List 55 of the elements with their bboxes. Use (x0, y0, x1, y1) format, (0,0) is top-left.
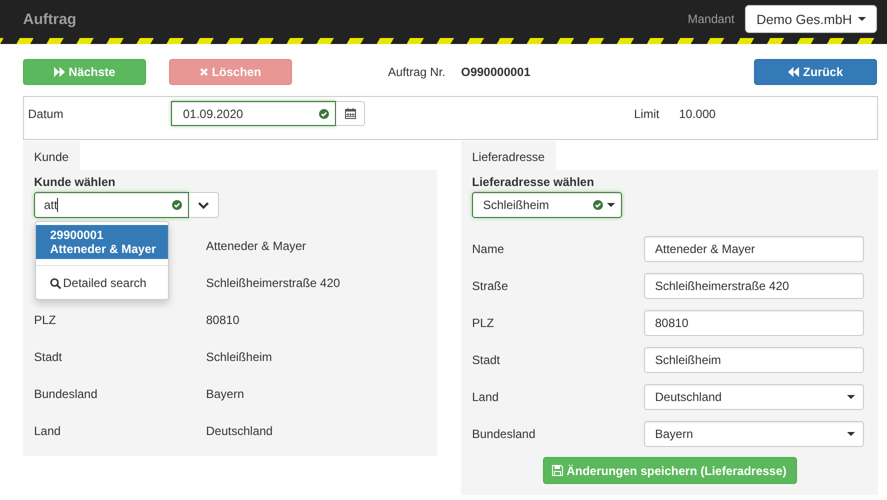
field-value: Deutschland (206, 424, 274, 438)
date-field[interactable]: 01.09.2020 (171, 101, 336, 126)
field-value: 80810 (206, 312, 240, 326)
customer-search-field[interactable]: att (34, 192, 189, 218)
field-label: Stadt (472, 352, 502, 366)
caret-icon (858, 17, 866, 21)
search-icon (50, 278, 61, 288)
detailed-search-link[interactable]: Detailed search (36, 272, 168, 294)
dropdown-button[interactable] (189, 192, 219, 218)
caret-icon (847, 432, 855, 436)
limit-value: 10.000 (679, 106, 716, 123)
calendar-icon (344, 108, 356, 119)
delivery-address-select[interactable]: Schleißheim (472, 192, 622, 218)
fast-backward-icon (788, 66, 799, 76)
field-value: Atteneder & Mayer (206, 238, 308, 252)
caret-icon (847, 394, 855, 398)
input-field[interactable]: Schleißheimerstraße 420 (644, 272, 864, 298)
close-icon (200, 68, 208, 76)
check-circle-icon (319, 108, 329, 118)
field-label: Land (34, 424, 62, 438)
caret-icon (607, 203, 615, 207)
fast-forward-icon (54, 66, 65, 76)
field-value: Bayern (206, 386, 246, 400)
field-value: Schleißheim (206, 350, 274, 364)
delivery-tab[interactable]: Lieferadresse (461, 141, 556, 170)
limit-label: Limit (634, 106, 660, 123)
back-button[interactable]: Zurück (754, 58, 877, 84)
page-title: Auftrag (23, 10, 78, 28)
field-label: PLZ (472, 316, 496, 330)
mandant-dropdown[interactable]: Demo Ges.mbH (745, 5, 877, 33)
field-label: Bundesland (472, 426, 536, 440)
order-number: O990000001 (461, 64, 530, 78)
date-label: Datum (28, 106, 64, 123)
input-field[interactable]: Atteneder & Mayer (644, 236, 864, 262)
select-field[interactable]: Bayern (644, 420, 864, 446)
order-number-label: Auftrag Nr. (388, 64, 446, 78)
check-circle-icon (172, 200, 182, 210)
check-circle-icon (593, 200, 603, 210)
field-label: Land (472, 390, 500, 404)
delivery-select-label: Lieferadresse wählen (472, 175, 596, 191)
customer-select-label: Kunde wählen (34, 175, 116, 191)
chevron-down-icon (198, 202, 209, 208)
customer-tab[interactable]: Kunde (23, 141, 80, 170)
field-label: PLZ (34, 312, 58, 326)
field-label: Stadt (34, 350, 64, 364)
suggestion-item[interactable]: 29900001 Atteneder & Mayer (36, 225, 168, 259)
mandant-label: Mandant (688, 12, 734, 26)
field-label: Bundesland (34, 386, 98, 400)
field-value: Schleißheimerstraße 420 (206, 276, 342, 290)
input-field[interactable]: Schleißheim (644, 346, 864, 372)
field-label: Name (472, 242, 506, 256)
field-label: Straße (472, 278, 510, 292)
select-field[interactable]: Deutschland (644, 384, 864, 410)
calendar-button[interactable] (336, 101, 365, 126)
input-field[interactable]: 80810 (644, 310, 864, 336)
